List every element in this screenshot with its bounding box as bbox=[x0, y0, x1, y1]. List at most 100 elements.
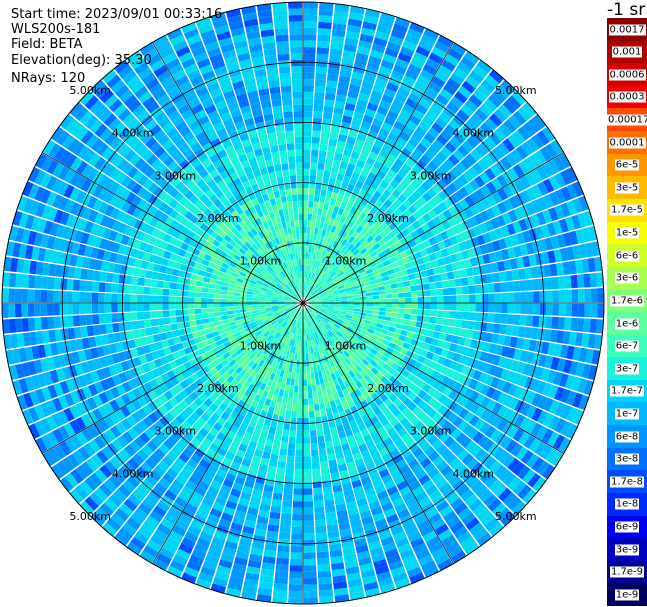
ray-cell bbox=[207, 288, 215, 294]
ray-cell bbox=[162, 310, 170, 318]
ray-cell bbox=[130, 303, 137, 312]
ray-cell bbox=[286, 143, 295, 151]
ray-cell bbox=[325, 408, 333, 416]
ray-cell bbox=[151, 271, 159, 280]
ray-cell bbox=[313, 404, 320, 411]
ray-cell bbox=[232, 303, 240, 307]
ray-cell bbox=[226, 310, 234, 315]
ray-cell bbox=[403, 319, 411, 326]
ray-cell bbox=[303, 155, 311, 163]
ray-cell bbox=[112, 273, 120, 284]
ray-cell bbox=[8, 288, 16, 303]
ray-cell bbox=[564, 317, 572, 331]
ray-cell bbox=[214, 311, 221, 317]
ray-cell bbox=[233, 306, 240, 311]
ray-cell bbox=[312, 468, 321, 476]
ray-cell bbox=[288, 162, 296, 170]
ray-cell bbox=[124, 284, 132, 294]
ray-cell bbox=[195, 313, 202, 320]
ray-cell bbox=[434, 324, 442, 332]
ray-cell bbox=[303, 449, 311, 457]
ray-cell bbox=[303, 533, 315, 540]
ray-cell bbox=[578, 303, 585, 317]
ray-cell bbox=[220, 298, 227, 303]
ray-cell bbox=[318, 583, 333, 591]
ray-cell bbox=[303, 411, 309, 418]
ray-cell bbox=[168, 289, 176, 296]
ray-cell bbox=[276, 421, 284, 430]
ray-cell bbox=[317, 570, 332, 578]
ray-cell bbox=[299, 232, 303, 240]
ray-cell bbox=[289, 430, 296, 438]
ray-cell bbox=[313, 98, 324, 106]
ray-cell bbox=[303, 552, 316, 560]
ray-cell bbox=[303, 252, 306, 259]
ray-cell bbox=[424, 303, 431, 310]
ray-cell bbox=[207, 298, 214, 303]
ray-cell bbox=[233, 295, 240, 300]
ray-cell bbox=[303, 475, 312, 483]
ray-cell bbox=[27, 289, 35, 303]
ray-cell bbox=[313, 487, 323, 495]
ray-cell bbox=[276, 395, 283, 403]
ray-cell bbox=[137, 277, 145, 286]
ray-cell bbox=[201, 308, 208, 314]
ray-cell bbox=[168, 296, 176, 303]
ray-cell bbox=[404, 308, 412, 315]
ray-cell bbox=[303, 469, 312, 476]
ray-cell bbox=[303, 79, 315, 86]
ray-cell bbox=[323, 492, 334, 501]
ray-cell bbox=[195, 319, 203, 326]
ray-cell bbox=[293, 488, 303, 495]
ray-cell bbox=[118, 322, 126, 332]
ray-cell bbox=[473, 321, 482, 331]
ray-cell bbox=[546, 303, 553, 316]
ray-cell bbox=[155, 303, 163, 311]
ray-cell bbox=[72, 291, 80, 303]
ray-cell bbox=[435, 317, 443, 325]
ray-cell bbox=[401, 324, 410, 331]
ray-cell bbox=[520, 303, 527, 315]
ray-cell bbox=[324, 499, 335, 507]
ray-cell bbox=[290, 423, 297, 431]
ray-cell bbox=[289, 571, 303, 579]
ray-cell bbox=[303, 149, 311, 157]
ray-cell bbox=[53, 316, 61, 329]
ray-cell bbox=[296, 162, 303, 169]
ray-cell bbox=[316, 423, 323, 431]
ray-cell bbox=[448, 318, 456, 327]
ray-cell bbox=[462, 303, 470, 312]
ray-cell bbox=[323, 395, 330, 403]
ray-cell bbox=[232, 299, 240, 303]
ray-cell bbox=[314, 506, 325, 514]
ray-cell bbox=[136, 294, 144, 303]
ray-cell bbox=[295, 155, 303, 163]
ray-cell bbox=[303, 188, 309, 195]
ray-cell bbox=[273, 15, 288, 23]
ray-cell bbox=[298, 392, 303, 399]
ray-cell bbox=[315, 66, 328, 74]
ray-cell bbox=[149, 295, 157, 303]
ray-cell bbox=[189, 320, 197, 327]
ray-cell bbox=[156, 280, 164, 288]
ray-cell bbox=[288, 590, 303, 598]
ray-cell bbox=[303, 194, 309, 201]
ray-cell bbox=[156, 310, 164, 318]
ray-cell bbox=[278, 66, 291, 74]
ray-cell bbox=[290, 539, 303, 547]
ray-cell bbox=[282, 98, 293, 106]
ray-cell bbox=[469, 303, 476, 312]
ray-cell bbox=[314, 188, 321, 196]
ray-cell bbox=[282, 104, 293, 112]
ray-cell bbox=[317, 40, 330, 49]
ray-cell bbox=[283, 390, 289, 398]
ray-cell bbox=[306, 233, 311, 240]
ray-cell bbox=[396, 318, 404, 324]
ray-cell bbox=[320, 461, 329, 469]
ray-cell bbox=[319, 144, 328, 152]
ray-cell bbox=[274, 118, 284, 126]
ray-cell bbox=[271, 151, 280, 159]
ray-cell bbox=[316, 384, 322, 392]
ray-cell bbox=[276, 467, 286, 475]
ray-cell bbox=[280, 519, 291, 527]
